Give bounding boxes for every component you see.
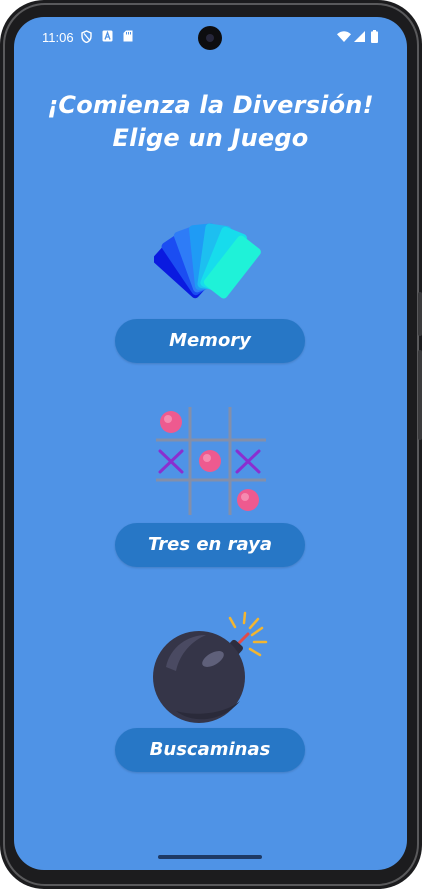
tic-tac-toe-icon (156, 407, 266, 515)
font-a-icon (102, 30, 113, 46)
app-screen: 11:06 ¡Comienza la Diversión! Elige un J… (14, 17, 407, 870)
title-line-2: Elige un Juego (112, 124, 309, 152)
memory-button[interactable]: Memory (115, 319, 305, 363)
status-time: 11:06 (42, 30, 74, 45)
buscaminas-button[interactable]: Buscaminas (115, 728, 305, 772)
front-camera (198, 26, 222, 50)
tres-en-raya-button[interactable]: Tres en raya (115, 523, 305, 567)
battery-icon (371, 30, 378, 47)
phone-frame: 11:06 ¡Comienza la Diversión! Elige un J… (0, 0, 422, 889)
status-bar: 11:06 (14, 17, 407, 57)
power-button (418, 350, 422, 440)
sd-card-icon (123, 30, 133, 46)
volume-button (418, 292, 422, 336)
bomb-icon (153, 611, 268, 723)
title-line-1: ¡Comienza la Diversión! (47, 91, 374, 119)
page-title: ¡Comienza la Diversión! Elige un Juego (14, 89, 407, 155)
signal-icon (354, 31, 365, 46)
shield-icon (81, 30, 92, 47)
wifi-icon (337, 31, 351, 46)
cards-fan-icon (154, 223, 261, 299)
home-indicator[interactable] (158, 855, 262, 859)
